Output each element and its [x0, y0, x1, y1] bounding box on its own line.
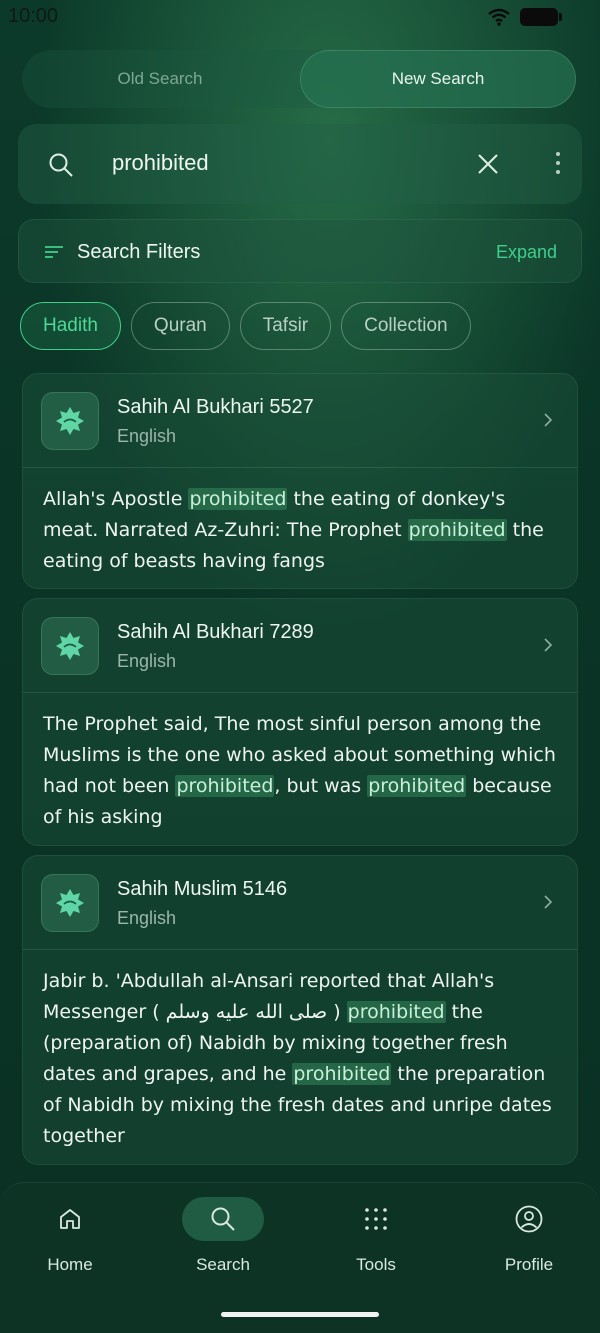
- highlighted-term: prohibited: [175, 775, 275, 797]
- bottom-navigation: Home Search Tools Profile: [0, 1182, 600, 1333]
- highlighted-term: prohibited: [346, 1001, 446, 1023]
- result-text: Jabir b. 'Abdullah al-Ansari reported th…: [23, 950, 577, 1164]
- clear-icon[interactable]: [476, 152, 500, 176]
- nav-search[interactable]: Search: [163, 1197, 283, 1287]
- result-language: English: [117, 651, 177, 671]
- chip-hadith[interactable]: Hadith: [20, 302, 121, 350]
- result-card-header[interactable]: Sahih Muslim 5146 English: [23, 856, 577, 950]
- text-segment: Allah's Apostle: [43, 488, 189, 510]
- search-icon: [49, 153, 73, 177]
- highlighted-term: prohibited: [367, 775, 467, 797]
- chevron-right-icon: [544, 638, 553, 652]
- result-text: The Prophet said, The most sinful person…: [23, 693, 577, 845]
- chevron-right-icon: [544, 895, 553, 909]
- highlighted-term: prohibited: [407, 519, 507, 541]
- result-language: English: [117, 908, 177, 928]
- highlighted-term: prohibited: [292, 1063, 392, 1085]
- home-indicator: [221, 1312, 379, 1317]
- profile-icon: [515, 1205, 543, 1233]
- nav-tools-label: Tools: [356, 1255, 396, 1274]
- search-input[interactable]: prohibited: [112, 150, 209, 176]
- filter-icon: [45, 246, 63, 258]
- chip-tafsir[interactable]: Tafsir: [239, 302, 332, 350]
- chip-collection[interactable]: Collection: [341, 302, 471, 350]
- home-icon: [60, 1209, 80, 1229]
- tab-old-search[interactable]: Old Search: [22, 50, 298, 108]
- filters-title: Search Filters: [77, 241, 201, 263]
- chevron-right-icon: [544, 413, 553, 427]
- search-filters-panel: Search Filters Expand: [18, 219, 582, 283]
- grid-icon: [365, 1208, 387, 1230]
- nav-tools[interactable]: Tools: [316, 1197, 436, 1287]
- search-mode-toggle: Old Search New Search: [22, 50, 576, 108]
- nav-search-label: Search: [196, 1255, 250, 1274]
- hadith-badge-icon: [41, 392, 99, 450]
- tab-new-search[interactable]: New Search: [300, 50, 576, 108]
- search-icon: [211, 1207, 235, 1231]
- chip-quran[interactable]: Quran: [130, 302, 230, 350]
- text-segment: , but was: [274, 775, 368, 797]
- nav-home[interactable]: Home: [10, 1197, 130, 1287]
- more-options-icon[interactable]: [546, 150, 570, 176]
- nav-profile-label: Profile: [504, 1255, 554, 1274]
- result-text: Allah's Apostle prohibited the eating of…: [23, 468, 577, 588]
- category-chips: Hadith Quran Tafsir Collection: [20, 302, 471, 350]
- highlighted-term: prohibited: [188, 488, 288, 510]
- nav-profile[interactable]: Profile: [469, 1197, 589, 1287]
- result-title: Sahih Al Bukhari 5527: [117, 396, 314, 418]
- battery-icon: [520, 8, 562, 26]
- wifi-icon: [488, 8, 510, 26]
- result-card[interactable]: Sahih Muslim 5146 English Jabir b. 'Abdu…: [22, 855, 578, 1165]
- result-card[interactable]: Sahih Al Bukhari 5527 English Allah's Ap…: [22, 373, 578, 589]
- search-bar: prohibited: [18, 124, 582, 204]
- status-time: 10:00: [8, 5, 59, 27]
- expand-filters-button[interactable]: Expand: [496, 242, 557, 263]
- result-title: Sahih Al Bukhari 7289: [117, 621, 314, 643]
- nav-home-label: Home: [47, 1255, 93, 1274]
- result-language: English: [117, 426, 177, 446]
- result-title: Sahih Muslim 5146: [117, 878, 288, 900]
- hadith-badge-icon: [41, 874, 99, 932]
- status-bar: 10:00: [0, 0, 600, 34]
- result-card-header[interactable]: Sahih Al Bukhari 5527 English: [23, 374, 577, 468]
- hadith-badge-icon: [41, 617, 99, 675]
- result-card[interactable]: Sahih Al Bukhari 7289 English The Prophe…: [22, 598, 578, 846]
- result-card-header[interactable]: Sahih Al Bukhari 7289 English: [23, 599, 577, 693]
